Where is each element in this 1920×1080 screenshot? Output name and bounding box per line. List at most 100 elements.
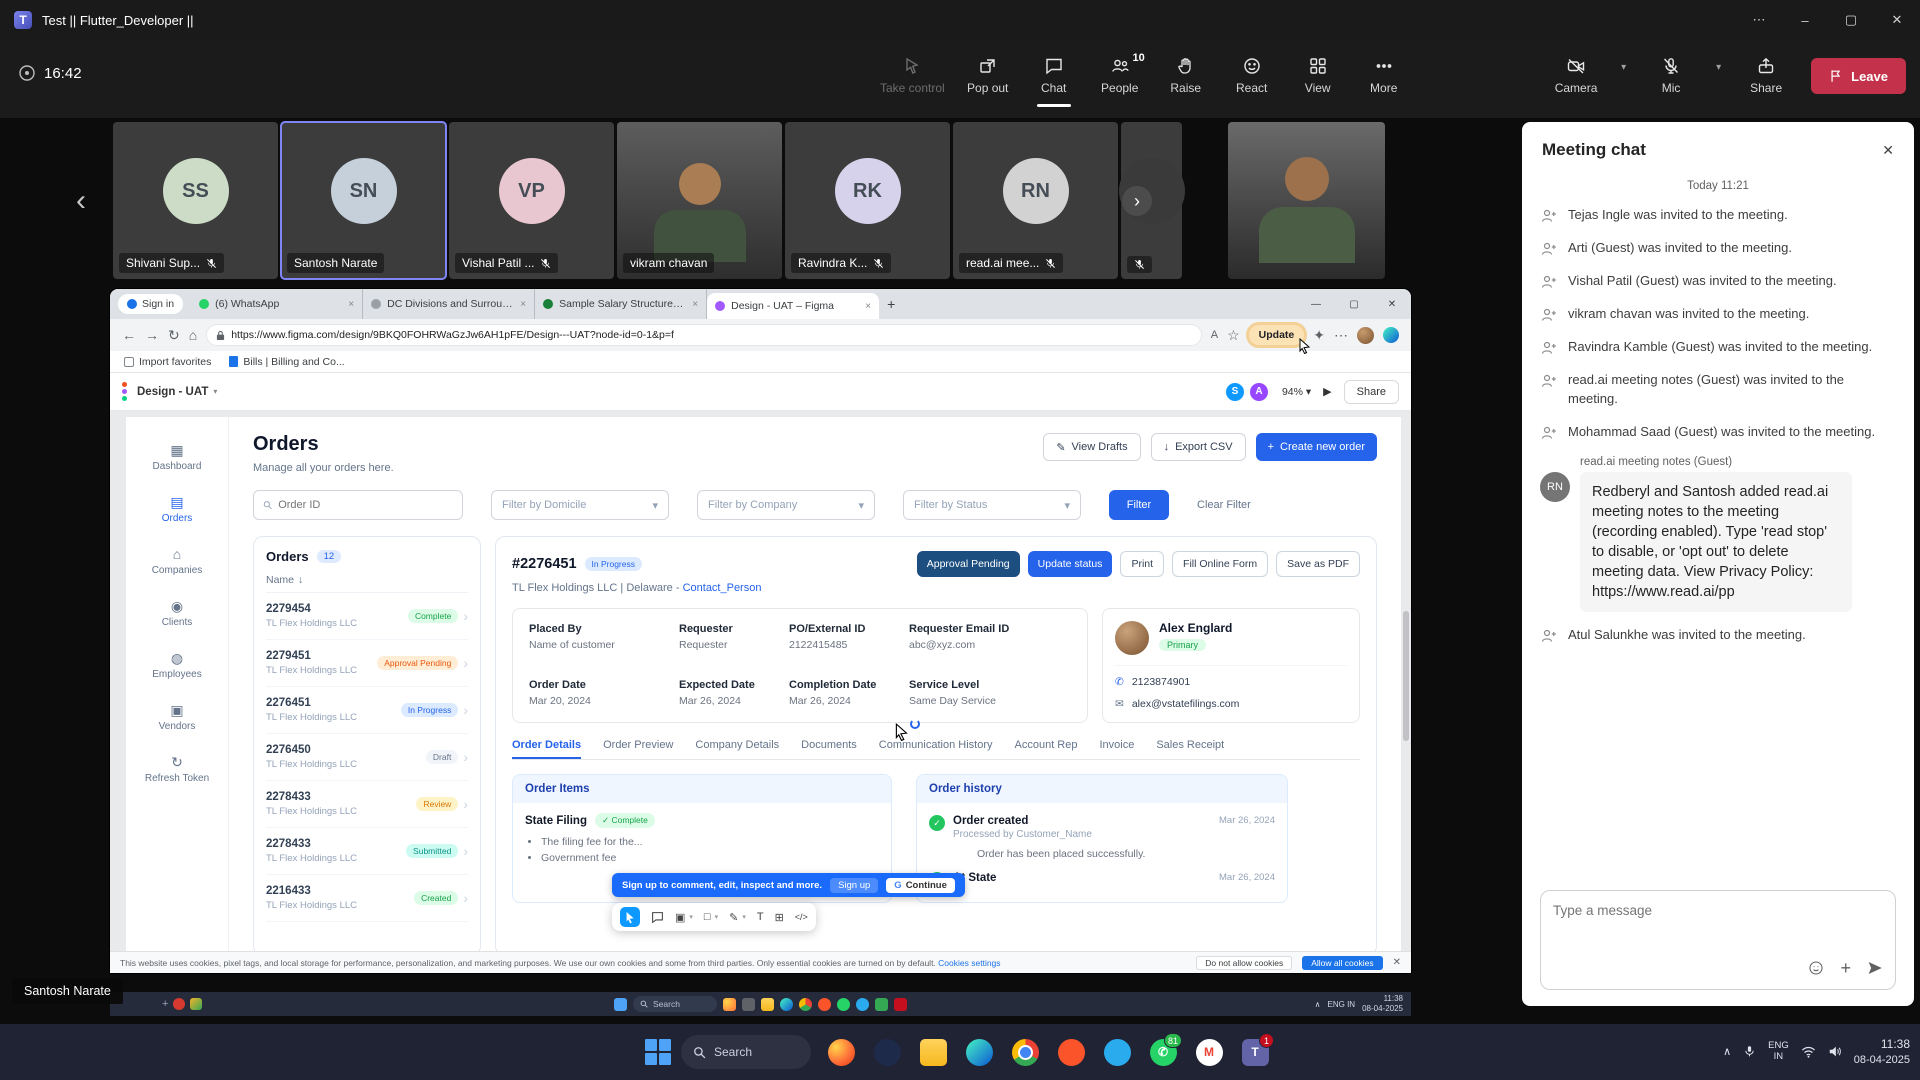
extensions-icon[interactable]: ✦ xyxy=(1313,327,1325,344)
filter-apply-button[interactable]: Filter xyxy=(1109,490,1169,520)
browser-profile-avatar[interactable] xyxy=(1357,327,1374,344)
close-button[interactable]: ✕ xyxy=(1874,0,1920,40)
volume-icon[interactable] xyxy=(1828,1045,1842,1058)
language-indicator[interactable]: ENG IN xyxy=(1768,1041,1789,1063)
sort-icon[interactable]: ↓ xyxy=(298,574,303,586)
detail-tab[interactable]: Company Details xyxy=(695,739,779,759)
start-button-icon[interactable] xyxy=(645,1039,671,1065)
figma-canvas[interactable]: ▦ Dashboard ▤ Orders ⌂ Companies ◉ xyxy=(110,411,1411,973)
back-icon[interactable]: ← xyxy=(122,327,136,343)
taskbar-clock[interactable]: 11:38 08-04-2025 xyxy=(1854,1037,1910,1067)
minimize-button[interactable]: – xyxy=(1782,0,1828,40)
order-list-row[interactable]: 2278433 TL Flex Holdings LLC Review › xyxy=(266,781,468,828)
signup-button[interactable]: Sign up xyxy=(830,878,878,893)
browser-maximize-button[interactable]: ▢ xyxy=(1335,299,1373,310)
participant-tile[interactable]: SN Santosh Narate xyxy=(281,122,446,279)
view-drafts-button[interactable]: ✎ View Drafts xyxy=(1043,433,1140,461)
wifi-icon[interactable] xyxy=(1801,1046,1816,1058)
tray-chevron-icon[interactable]: ∧ xyxy=(1723,1045,1731,1058)
taskbar-app-icon[interactable] xyxy=(913,1032,953,1072)
raise-hand-button[interactable]: Raise xyxy=(1155,48,1217,101)
comment-tool-icon[interactable] xyxy=(651,911,664,924)
tab-close-icon[interactable]: × xyxy=(865,301,871,312)
order-list-row[interactable]: 2276450 TL Flex Holdings LLC Draft › xyxy=(266,734,468,781)
sidebar-item[interactable]: ◍ Employees xyxy=(152,651,201,680)
fill-online-form-button[interactable]: Fill Online Form xyxy=(1172,551,1268,577)
chat-input-box[interactable]: + xyxy=(1540,890,1896,990)
browser-minimize-button[interactable]: — xyxy=(1297,299,1335,310)
forward-icon[interactable]: → xyxy=(145,327,159,343)
pop-out-button[interactable]: Pop out xyxy=(957,48,1019,101)
send-icon[interactable] xyxy=(1867,960,1883,976)
sidebar-item[interactable]: ◉ Clients xyxy=(162,599,193,628)
browser-tab[interactable]: DC Divisions and Surroundings × xyxy=(363,289,535,319)
taskbar-app-icon[interactable] xyxy=(867,1032,907,1072)
name-column-header[interactable]: Name xyxy=(266,574,294,586)
taskbar-app-icon[interactable] xyxy=(1051,1032,1091,1072)
react-button[interactable]: React xyxy=(1221,48,1283,101)
detail-tab[interactable]: Account Rep xyxy=(1015,739,1078,759)
figma-logo-icon[interactable] xyxy=(122,382,127,401)
order-id-search[interactable] xyxy=(253,490,463,520)
url-field[interactable]: https://www.figma.com/design/9BKQ0FOHRWa… xyxy=(206,324,1202,346)
taskbar-app-icon[interactable]: M xyxy=(1189,1032,1229,1072)
maximize-button[interactable]: ▢ xyxy=(1828,0,1874,40)
order-id-input[interactable] xyxy=(278,499,453,511)
participant-tile[interactable]: VP Vishal Patil ... xyxy=(449,122,614,279)
figma-share-button[interactable]: Share xyxy=(1344,380,1399,404)
allow-cookies-button[interactable]: Allow all cookies xyxy=(1302,956,1382,970)
people-button[interactable]: 10 People xyxy=(1089,48,1151,101)
camera-dropdown-icon[interactable]: ▾ xyxy=(1621,62,1626,73)
detail-tab[interactable]: Invoice xyxy=(1099,739,1134,759)
spotlight-participant-tile[interactable] xyxy=(1228,122,1385,279)
bookmark-star-icon[interactable]: ☆ xyxy=(1227,327,1240,344)
order-list-row[interactable]: 2216433 TL Flex Holdings LLC Created › xyxy=(266,875,468,922)
pen-tool-icon[interactable]: ✎ xyxy=(729,911,738,924)
participant-tile[interactable]: SS Shivani Sup... xyxy=(113,122,278,279)
share-button[interactable]: Share xyxy=(1735,48,1797,101)
titlebar-more-icon[interactable]: ⋯ xyxy=(1736,0,1782,40)
order-list-row[interactable]: 2279451 TL Flex Holdings LLC Approval Pe… xyxy=(266,640,468,687)
detail-tab[interactable]: Order Details xyxy=(512,739,581,759)
sidebar-item[interactable]: ⌂ Companies xyxy=(152,547,203,576)
order-list-row[interactable]: 2278433 TL Flex Holdings LLC Submitted › xyxy=(266,828,468,875)
chat-message-input[interactable] xyxy=(1553,903,1883,918)
taskbar-app-icon[interactable] xyxy=(959,1032,999,1072)
contact-phone[interactable]: ✆ 2123874901 xyxy=(1115,676,1347,688)
attach-icon[interactable]: + xyxy=(1840,959,1851,977)
view-button[interactable]: View xyxy=(1287,48,1349,101)
shape-tool-icon[interactable]: □ xyxy=(704,911,711,923)
collaborator-avatar[interactable]: S xyxy=(1224,381,1246,403)
contact-person-link[interactable]: Contact_Person xyxy=(683,582,762,594)
figma-file-name[interactable]: Design - UAT xyxy=(137,386,208,398)
read-aloud-icon[interactable]: A xyxy=(1211,329,1218,341)
refresh-icon[interactable]: ↻ xyxy=(168,327,180,344)
browser-update-button[interactable]: Update xyxy=(1249,325,1305,345)
browser-menu-icon[interactable]: ⋯ xyxy=(1334,327,1348,344)
leave-button[interactable]: Leave xyxy=(1811,58,1906,94)
favorite-import[interactable]: Import favorites xyxy=(124,356,211,368)
filter-clear-button[interactable]: Clear Filter xyxy=(1197,499,1251,511)
browser-profile-chip[interactable]: Sign in xyxy=(118,294,183,314)
taskbar-app-icon[interactable] xyxy=(821,1032,861,1072)
taskbar-app-icon[interactable] xyxy=(1005,1032,1045,1072)
participants-scroll-right[interactable]: › xyxy=(1122,186,1152,216)
present-icon[interactable]: ▶ xyxy=(1323,385,1331,398)
home-icon[interactable]: ⌂ xyxy=(189,327,197,343)
taskbar-search-box[interactable]: Search xyxy=(681,1035,811,1069)
tab-close-icon[interactable]: × xyxy=(348,299,354,310)
sidebar-item[interactable]: ▣ Vendors xyxy=(159,703,196,732)
browser-tab[interactable]: (6) WhatsApp × xyxy=(191,289,363,319)
update-status-button[interactable]: Update status xyxy=(1028,551,1113,577)
approval-pending-button[interactable]: Approval Pending xyxy=(917,551,1020,577)
text-tool-icon[interactable]: T xyxy=(757,911,764,923)
participants-scroll-left[interactable]: ‹ xyxy=(76,184,86,218)
filter-domicile-select[interactable]: Filter by Domicile▾ xyxy=(491,490,669,520)
deny-cookies-button[interactable]: Do not allow cookies xyxy=(1196,956,1292,970)
detail-tab[interactable]: Order Preview xyxy=(603,739,673,759)
save-as-pdf-button[interactable]: Save as PDF xyxy=(1276,551,1360,577)
filter-status-select[interactable]: Filter by Status▾ xyxy=(903,490,1081,520)
taskbar-app-icon[interactable] xyxy=(1097,1032,1137,1072)
taskbar-app-icon[interactable]: T 1 xyxy=(1235,1032,1275,1072)
tray-mic-icon[interactable] xyxy=(1743,1045,1756,1058)
